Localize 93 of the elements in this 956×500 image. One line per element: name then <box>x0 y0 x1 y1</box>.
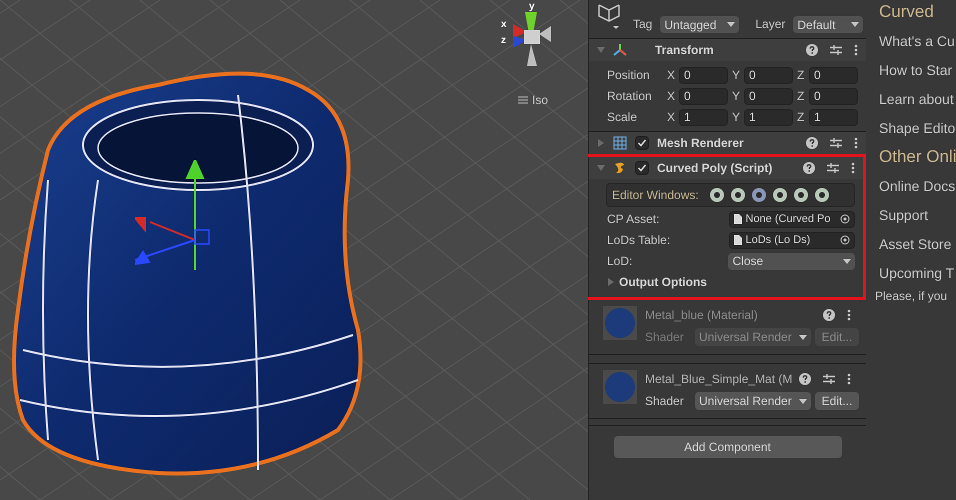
material-title: Metal_blue (Material) <box>645 307 758 324</box>
property-label: Shader <box>645 329 685 346</box>
caret-icon <box>799 334 807 340</box>
target-icon[interactable] <box>840 235 850 245</box>
shader-dropdown[interactable]: Universal Render <box>695 392 811 410</box>
more-icon[interactable] <box>851 162 855 174</box>
component-header[interactable]: Transform <box>589 39 866 61</box>
number-field[interactable]: 0 <box>679 66 728 84</box>
enabled-checkbox[interactable] <box>635 136 649 150</box>
field-label: Layer <box>755 16 786 33</box>
axis-label: Y <box>732 67 741 84</box>
caret-icon <box>843 258 851 264</box>
number-field[interactable]: 1 <box>679 108 728 126</box>
axis-label: X <box>667 88 676 105</box>
axis-label: y <box>529 2 535 12</box>
sliders-icon[interactable] <box>830 137 842 149</box>
material-preview <box>603 306 637 340</box>
component-header[interactable]: Curved Poly (Script) <box>589 157 863 179</box>
grid-icon <box>613 136 627 150</box>
caret-icon <box>799 398 807 404</box>
more-icon[interactable] <box>847 309 851 321</box>
property-label: CP Asset: <box>607 211 660 228</box>
help-link[interactable]: What's a Cu <box>879 30 956 52</box>
help-link[interactable]: Upcoming T <box>879 262 956 284</box>
help-link[interactable]: Learn about <box>879 88 956 110</box>
foldout[interactable]: Output Options <box>607 273 855 291</box>
curve-logo-icon <box>613 161 627 175</box>
help-link[interactable]: Support <box>879 204 956 226</box>
property-label: Shader <box>645 393 685 410</box>
help-link[interactable]: Shape Edito <box>879 117 956 139</box>
sliders-icon[interactable] <box>830 44 842 56</box>
component-title: Mesh Renderer <box>657 135 744 152</box>
axis-label: Y <box>732 88 741 105</box>
axis-label: Z <box>797 109 806 126</box>
object-value: LoDs (Lo Ds) <box>746 232 810 248</box>
section-heading: Curved <box>879 1 935 23</box>
property-label: LoDs Table: <box>607 232 672 249</box>
component-title: Transform <box>655 42 714 59</box>
object-field[interactable]: LoDs (Lo Ds) <box>728 232 855 248</box>
property-label: LoD: <box>607 253 634 270</box>
more-icon[interactable] <box>854 137 858 149</box>
axis-label: X <box>667 109 676 126</box>
number-field[interactable]: 1 <box>809 108 858 126</box>
help-link[interactable]: How to Star <box>879 59 956 81</box>
foldout-label[interactable]: Output Options <box>619 273 707 291</box>
checkmark-icon <box>637 138 647 148</box>
property-label: Rotation <box>607 88 653 105</box>
number-field[interactable]: 0 <box>744 66 793 84</box>
axis-label: z <box>501 36 506 46</box>
axis-label: x <box>501 20 507 30</box>
sliders-icon[interactable] <box>823 373 835 385</box>
axis-label: Y <box>732 109 741 126</box>
more-icon[interactable] <box>854 44 858 56</box>
help-link[interactable]: Online Docs <box>879 175 956 197</box>
property-label: Position <box>607 67 651 84</box>
number-field[interactable]: 0 <box>679 88 728 104</box>
object-field[interactable]: None (Curved Po <box>728 210 855 228</box>
property-label: Scale <box>607 109 638 126</box>
edit-button[interactable]: Edit... <box>815 392 859 410</box>
more-icon[interactable] <box>847 373 851 385</box>
view-mode-label[interactable]: Iso <box>532 91 548 109</box>
material-title: Metal_Blue_Simple_Mat (M <box>645 371 792 388</box>
component-header[interactable]: Mesh Renderer <box>589 132 866 154</box>
menu-icon[interactable] <box>518 96 528 104</box>
axis-label: Z <box>797 67 806 84</box>
enabled-checkbox[interactable] <box>635 161 649 175</box>
help-note: Please, if you <box>875 288 948 305</box>
section-heading: Other Onli <box>879 146 956 168</box>
file-icon <box>734 214 742 224</box>
number-field[interactable]: 0 <box>744 88 793 104</box>
component-title: Curved Poly (Script) <box>657 160 772 177</box>
transform-icon <box>613 43 627 57</box>
toolbar-label: Editor Windows: <box>612 187 699 204</box>
material-preview <box>603 370 637 404</box>
field-label: Tag <box>633 16 652 33</box>
sliders-icon[interactable] <box>827 162 839 174</box>
dropdown[interactable]: Close <box>728 252 855 270</box>
add-component-button[interactable]: Add Component <box>614 436 842 458</box>
scene-view[interactable]: y x z Iso <box>0 0 588 500</box>
number-field[interactable]: 0 <box>809 66 858 84</box>
tag-dropdown[interactable]: Untagged <box>660 16 740 33</box>
caret-icon <box>727 22 736 27</box>
file-icon <box>734 235 742 245</box>
target-icon[interactable] <box>840 214 850 224</box>
number-field[interactable]: 1 <box>744 108 793 126</box>
layer-dropdown[interactable]: Default <box>793 16 864 33</box>
number-field[interactable]: 0 <box>809 88 858 104</box>
axis-label: Z <box>797 88 806 105</box>
axis-label: X <box>667 67 676 84</box>
caret-icon <box>851 22 860 27</box>
help-link[interactable]: Asset Store <box>879 233 956 255</box>
object-value: None (Curved Po <box>746 212 830 226</box>
checkmark-icon <box>637 163 647 173</box>
